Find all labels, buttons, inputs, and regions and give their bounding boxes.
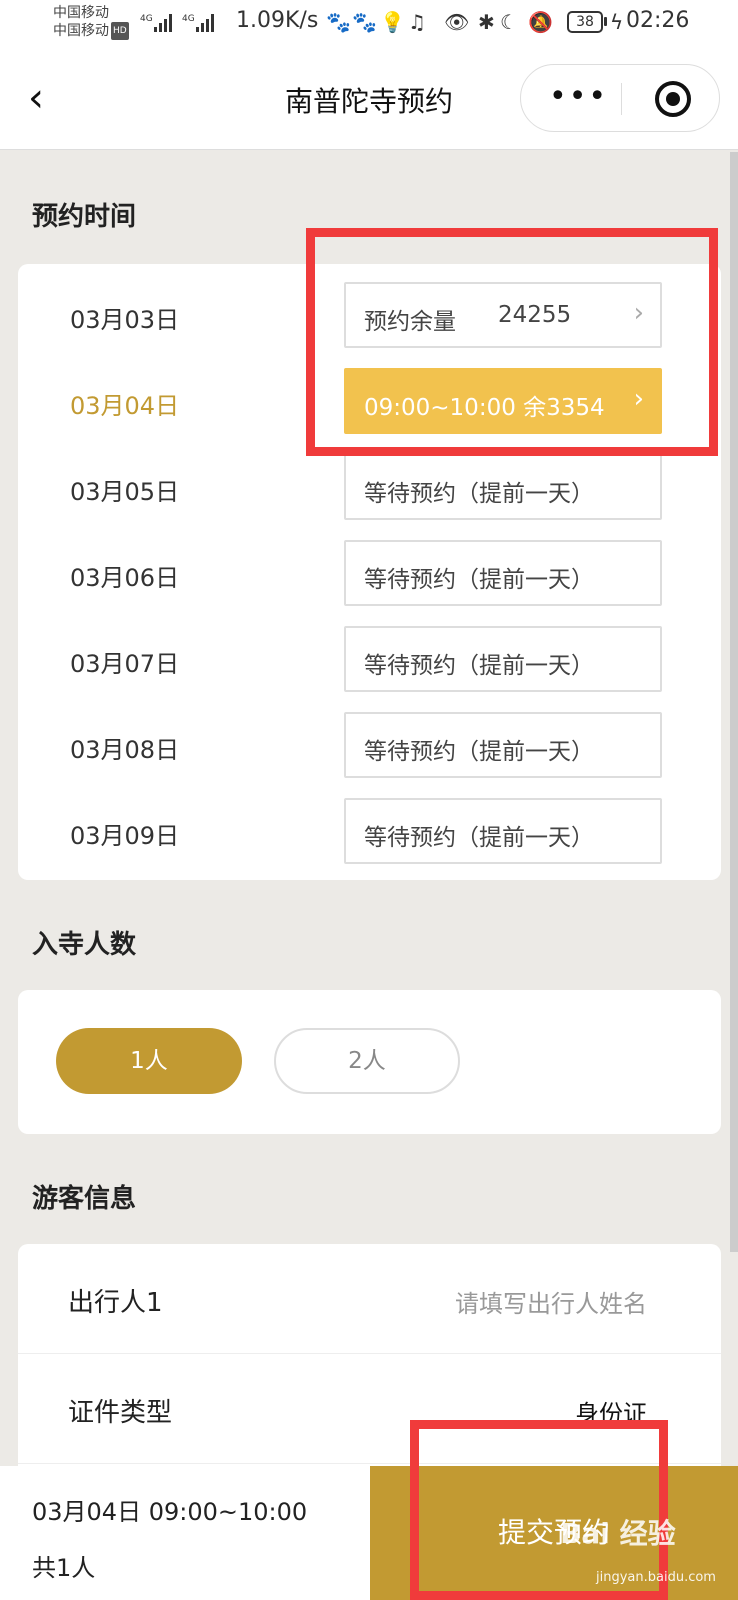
carrier-1: 中国移动	[53, 5, 109, 21]
music-app-icon: ♫	[408, 10, 426, 34]
date-label: 03月03日	[70, 306, 180, 334]
clock: 02:26	[626, 8, 690, 33]
battery-level: 38	[576, 14, 594, 30]
scrollbar[interactable]	[730, 152, 738, 1252]
mute-bell-icon: 🔕	[528, 10, 553, 34]
date-label: 03月06日	[70, 564, 180, 592]
lightbulb-app-icon: 💡	[380, 10, 405, 34]
summary-count: 共1人	[32, 1554, 96, 1582]
id-type-label: 证件类型	[68, 1398, 173, 1428]
slot-label: 等待预约（提前一天）	[364, 825, 594, 851]
paw-icon-2: 🐾	[352, 10, 377, 34]
waiting-slot[interactable]: 等待预约（提前一天）	[344, 626, 662, 692]
baidu-watermark: Bai 经验	[560, 1517, 676, 1550]
traveler-label: 出行人1	[68, 1288, 163, 1318]
baidu-watermark-url: jingyan.baidu.com	[596, 1570, 716, 1585]
charging-icon: ϟ	[610, 10, 624, 34]
battery-tip	[604, 17, 607, 26]
status-bar: 中国移动 中国移动 HD 4G 4G 1.09K/s 🐾 🐾 💡 ♫ 👁 ✱ ☾ …	[0, 0, 738, 50]
date-label: 03月08日	[70, 736, 180, 764]
slot-label: 等待预约（提前一天）	[364, 739, 594, 765]
paw-icon: 🐾	[326, 10, 351, 34]
slot-label: 等待预约（提前一天）	[364, 653, 594, 679]
signal-bars-2-icon	[196, 12, 214, 32]
waiting-slot[interactable]: 等待预约（提前一天）	[344, 798, 662, 864]
moon-icon: ☾	[500, 10, 518, 34]
network-speed: 1.09K/s	[236, 8, 319, 33]
date-label: 03月09日	[70, 822, 180, 850]
eye-icon: 👁	[444, 10, 470, 34]
visitor-count-card: 1人 2人	[18, 990, 721, 1134]
section-title-visitor-info: 游客信息	[32, 1184, 137, 1214]
network-type-1: 4G	[140, 14, 153, 24]
battery-icon: 38	[567, 11, 603, 33]
hd-badge: HD	[111, 22, 129, 40]
signal-bars-icon	[154, 12, 172, 32]
bluetooth-icon: ✱	[478, 10, 495, 34]
date-row: 03月09日 等待预约（提前一天）	[18, 798, 721, 864]
date-row: 03月06日 等待预约（提前一天）	[18, 540, 721, 606]
count-option-1[interactable]: 1人	[56, 1028, 242, 1094]
waiting-slot[interactable]: 等待预约（提前一天）	[344, 454, 662, 520]
date-label: 03月07日	[70, 650, 180, 678]
waiting-slot[interactable]: 等待预约（提前一天）	[344, 540, 662, 606]
nav-bar: ‹ 南普陀寺预约 •••	[0, 50, 738, 150]
slot-label: 等待预约（提前一天）	[364, 567, 594, 593]
section-title-visitor-count: 入寺人数	[32, 930, 137, 960]
summary-time: 03月04日 09:00~10:00	[32, 1498, 308, 1526]
traveler-name-input[interactable]: 请填写出行人姓名	[455, 1284, 647, 1319]
capsule-divider	[621, 83, 622, 115]
carrier-2: 中国移动	[53, 23, 109, 39]
annotation-box-slot	[306, 228, 718, 456]
date-row: 03月07日 等待预约（提前一天）	[18, 626, 721, 692]
date-label-active: 03月04日	[70, 392, 180, 420]
network-type-2: 4G	[182, 14, 195, 24]
more-icon[interactable]: •••	[549, 75, 608, 119]
carrier-info: 中国移动 中国移动 HD	[53, 4, 129, 40]
close-target-icon[interactable]	[655, 81, 691, 117]
date-row: 03月05日 等待预约（提前一天）	[18, 454, 721, 520]
waiting-slot[interactable]: 等待预约（提前一天）	[344, 712, 662, 778]
date-label: 03月05日	[70, 478, 180, 506]
count-option-2[interactable]: 2人	[274, 1028, 460, 1094]
mini-program-capsule: •••	[520, 64, 720, 132]
traveler-name-row: 出行人1 请填写出行人姓名	[18, 1244, 721, 1354]
slot-label: 等待预约（提前一天）	[364, 481, 594, 507]
date-row: 03月08日 等待预约（提前一天）	[18, 712, 721, 778]
section-title-booking-time: 预约时间	[32, 202, 137, 232]
